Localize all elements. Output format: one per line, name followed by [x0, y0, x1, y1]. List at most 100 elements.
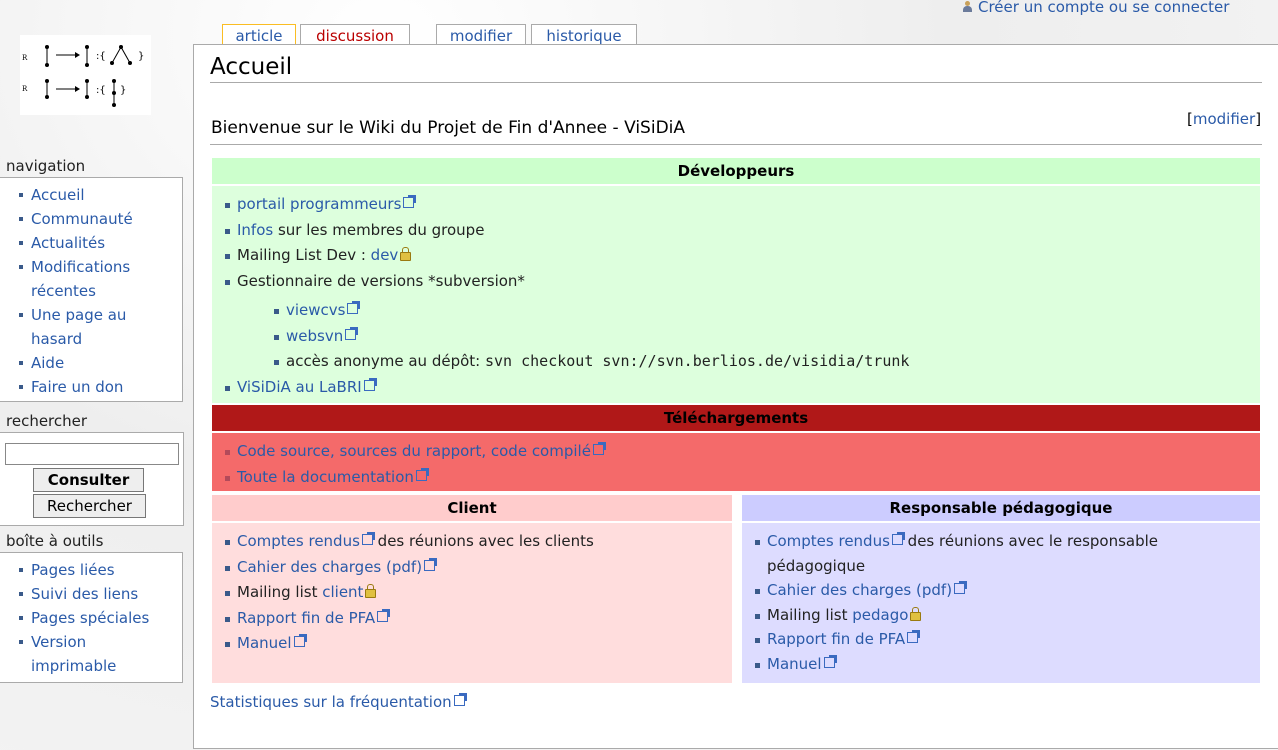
pedago-manual-link[interactable]: Manuel	[767, 655, 822, 673]
pedago-reports-link[interactable]: Comptes rendus	[767, 532, 890, 550]
sidebar-link-suivi-liens[interactable]: Suivi des liens	[31, 585, 138, 603]
statistics-link-wrap: Statistiques sur la fréquentation	[210, 693, 467, 711]
list-item: Mailing list pedago	[742, 603, 1260, 628]
svg-text:R: R	[22, 85, 28, 93]
pedago-box: Comptes rendus des réunions avec le resp…	[742, 523, 1260, 683]
toolbox-portlet: Pages liées Suivi des liens Pages spécia…	[0, 552, 183, 683]
sidebar-link-modifications[interactable]: Modifications récentes	[31, 258, 130, 300]
pedago-mailing-text: Mailing list	[767, 605, 853, 624]
websvn-link[interactable]: websvn	[286, 327, 343, 345]
content-area: Accueil [modifier] Bienvenue sur le Wiki…	[193, 44, 1278, 749]
list-item: Gestionnaire de versions *subversion* vi…	[212, 269, 1260, 375]
sidebar-item-pages-liees: Pages liées	[0, 558, 182, 582]
page-title: Accueil	[210, 54, 293, 80]
sidebar-link-version-imprimable[interactable]: Version imprimable	[31, 633, 116, 675]
documentation-link[interactable]: Toute la documentation	[237, 468, 414, 486]
portal-link[interactable]: portail programmeurs	[237, 195, 401, 213]
sidebar-link-hasard[interactable]: Une page au hasard	[31, 306, 126, 348]
search-portlet: Consulter Rechercher	[0, 432, 184, 526]
search-button[interactable]: Rechercher	[33, 494, 146, 518]
go-button[interactable]: Consulter	[33, 468, 144, 492]
sidebar-item-suivi-liens: Suivi des liens	[0, 582, 182, 606]
client-box: Comptes rendus des réunions avec les cli…	[212, 523, 732, 683]
sidebar-link-aide[interactable]: Aide	[31, 354, 64, 372]
infos-link[interactable]: Infos	[237, 221, 273, 239]
developers-box: portail programmeurs Infos sur les membr…	[212, 186, 1260, 403]
external-link-icon	[403, 195, 417, 208]
section-divider	[210, 144, 1262, 145]
versions-text: Gestionnaire de versions *subversion*	[237, 271, 525, 290]
client-mailing-link[interactable]: client	[322, 583, 363, 601]
section-edit-link[interactable]: modifier	[1193, 110, 1255, 128]
source-code-link[interactable]: Code source, sources du rapport, code co…	[237, 442, 591, 460]
pedago-specs-link[interactable]: Cahier des charges (pdf)	[767, 581, 952, 599]
list-item: Cahier des charges (pdf)	[742, 578, 1260, 603]
lock-icon	[365, 584, 377, 598]
toolbox-title: boîte à outils	[6, 532, 104, 550]
svg-text:}: }	[138, 51, 144, 62]
list-item: portail programmeurs	[212, 192, 1260, 218]
tab-history-label: historique	[546, 27, 622, 45]
list-item: Mailing list client	[212, 580, 732, 606]
svg-text::{: :{	[96, 51, 106, 62]
pedago-heading: Responsable pédagogique	[742, 495, 1260, 521]
downloads-box: Code source, sources du rapport, code co…	[212, 433, 1260, 491]
sidebar-item-version-imprimable: Version imprimable	[0, 630, 182, 678]
external-link-icon	[347, 301, 361, 314]
external-link-icon	[363, 377, 377, 391]
search-input[interactable]	[5, 443, 179, 465]
graph-rules-logo-image: R R :{ } :{ }	[22, 45, 144, 107]
sidebar-item-actualites: Actualités	[0, 231, 182, 255]
client-report-pfa-link[interactable]: Rapport fin de PFA	[237, 609, 375, 627]
sidebar-link-actualites[interactable]: Actualités	[31, 234, 105, 252]
pedago-mailing-link[interactable]: pedago	[852, 606, 908, 624]
sidebar-link-accueil[interactable]: Accueil	[31, 186, 85, 204]
external-link-icon	[361, 532, 375, 545]
search-title: rechercher	[6, 412, 88, 430]
create-account-label[interactable]: Créer un compte ou se connecter	[978, 0, 1229, 16]
section-heading: Bienvenue sur le Wiki du Projet de Fin d…	[211, 118, 686, 138]
sidebar-link-communaute[interactable]: Communauté	[31, 210, 133, 228]
pedago-report-pfa-link[interactable]: Rapport fin de PFA	[767, 630, 905, 648]
external-link-icon	[592, 442, 606, 455]
list-item: Toute la documentation	[212, 465, 1260, 491]
mailing-dev-link[interactable]: dev	[371, 246, 399, 264]
lock-icon	[910, 606, 922, 621]
client-mailing-text: Mailing list	[237, 583, 323, 601]
list-item: websvn	[237, 324, 1260, 350]
section-edit: [modifier]	[1187, 110, 1262, 128]
sidebar-item-aide: Aide	[0, 351, 182, 375]
tab-discussion[interactable]: discussion	[300, 24, 410, 45]
tab-article[interactable]: article	[222, 24, 296, 46]
sidebar-link-pages-liees[interactable]: Pages liées	[31, 561, 115, 579]
external-link-icon	[954, 581, 968, 594]
list-item: Manuel	[742, 652, 1260, 677]
tab-history[interactable]: historique	[531, 24, 637, 45]
external-link-icon	[453, 693, 467, 706]
list-item: viewcvs	[237, 298, 1260, 324]
svg-text::{: :{	[96, 85, 106, 96]
svg-text:}: }	[120, 85, 126, 96]
user-icon	[963, 1, 972, 12]
viewcvs-link[interactable]: viewcvs	[286, 301, 345, 319]
client-specs-link[interactable]: Cahier des charges (pdf)	[237, 558, 422, 576]
client-manual-link[interactable]: Manuel	[237, 634, 292, 652]
svg-text:R: R	[22, 54, 28, 62]
external-link-icon	[377, 608, 391, 622]
sidebar-item-don: Faire un don	[0, 375, 182, 399]
list-item: Comptes rendus des réunions avec le resp…	[742, 529, 1260, 578]
create-account-link[interactable]: Créer un compte ou se connecter	[963, 0, 1229, 16]
labri-link[interactable]: ViSiDiA au LaBRI	[237, 378, 362, 396]
client-reports-link[interactable]: Comptes rendus	[237, 532, 360, 550]
sidebar-link-pages-speciales[interactable]: Pages spéciales	[31, 609, 149, 627]
list-item: Mailing List Dev : dev	[212, 243, 1260, 269]
external-link-icon	[293, 634, 307, 647]
sidebar-link-don[interactable]: Faire un don	[31, 378, 123, 396]
downloads-heading: Téléchargements	[212, 405, 1260, 431]
tab-edit[interactable]: modifier	[436, 24, 526, 45]
sidebar-item-accueil: Accueil	[0, 183, 182, 207]
site-logo[interactable]: R R :{ } :{ }	[20, 35, 151, 115]
anon-access-text: accès anonyme au dépôt:	[286, 352, 485, 370]
statistics-link[interactable]: Statistiques sur la fréquentation	[210, 693, 452, 711]
external-link-icon	[907, 630, 921, 643]
